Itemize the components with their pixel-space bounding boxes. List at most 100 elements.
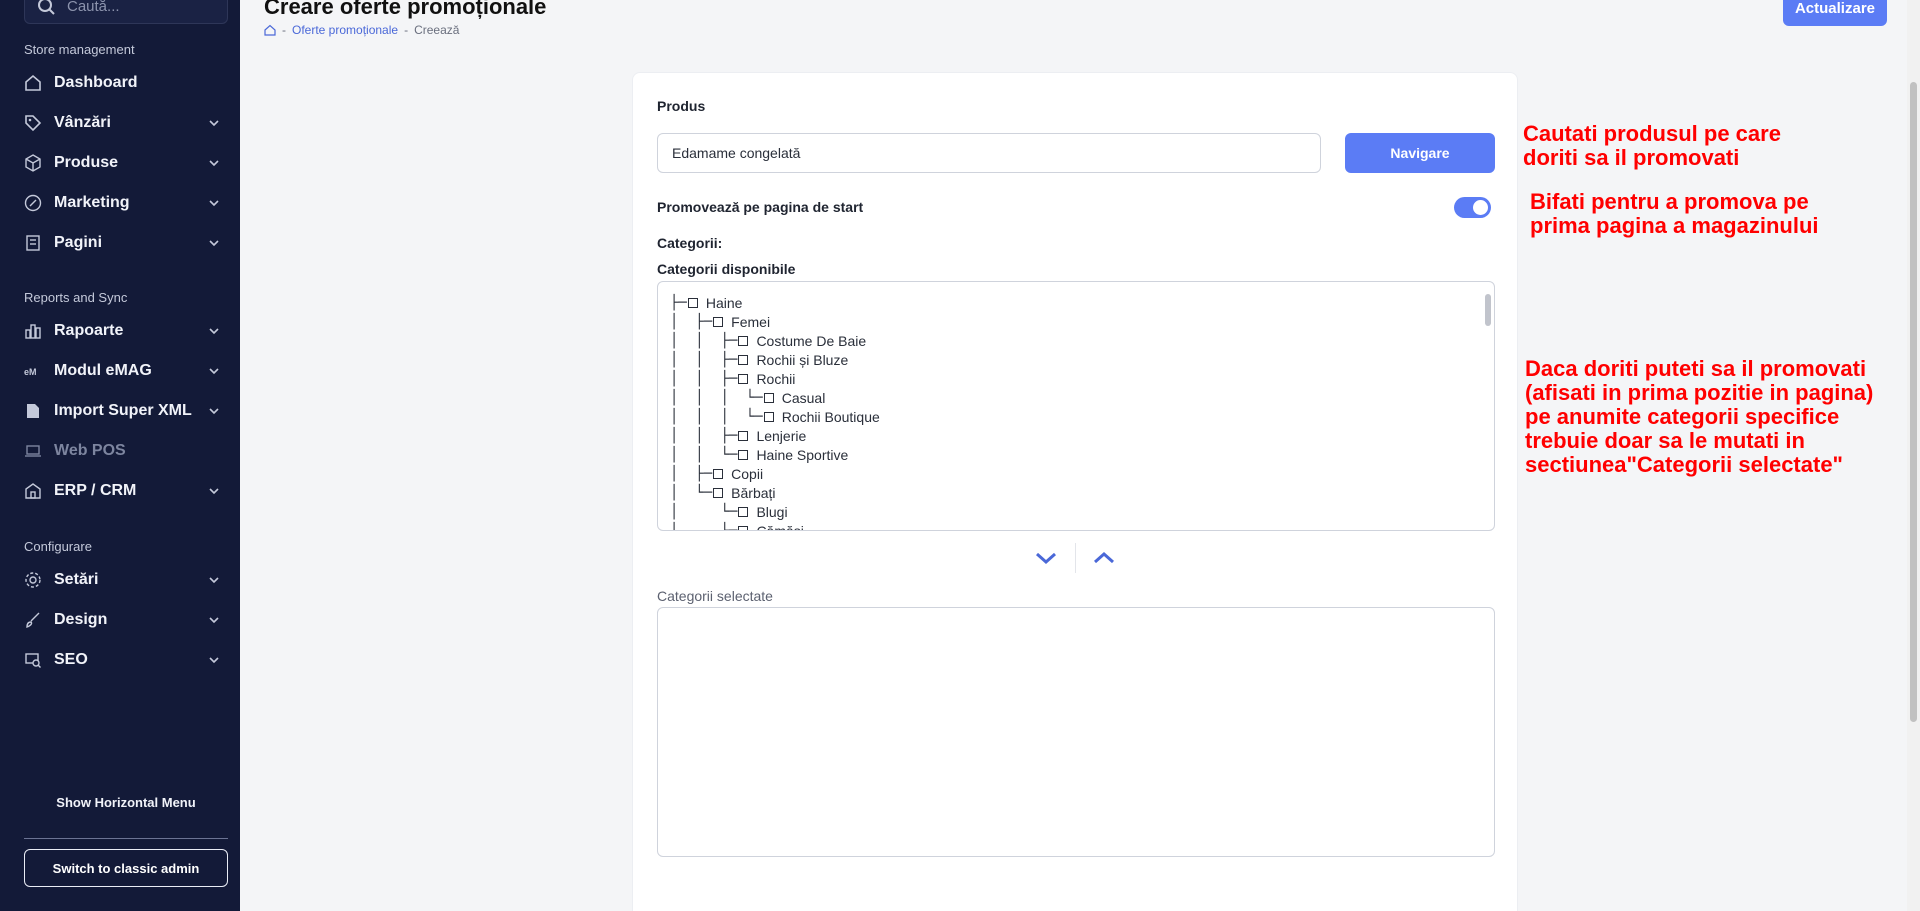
toggle-knob [1473, 200, 1488, 215]
tree-lines: │ │ │ └─ [670, 408, 763, 425]
tree-item[interactable]: │ │ │ └─ Casual [670, 388, 825, 407]
update-button[interactable]: Actualizare [1783, 0, 1887, 26]
tree-lines: │ │ ├─ [670, 370, 738, 387]
percent-icon [24, 194, 42, 212]
promo-form-card: Produs Edamame congelată Navigare Promov… [632, 72, 1518, 911]
sidebar-item-rapoarte[interactable]: Rapoarte [24, 316, 220, 346]
tree-item-label: Blugi [756, 503, 788, 520]
show-horizontal-menu-link[interactable]: Show Horizontal Menu [24, 795, 228, 810]
tree-item-label: Haine Sportive [756, 446, 849, 463]
sidebar-item-setari[interactable]: Setări [24, 565, 220, 595]
sidebar-item-produse[interactable]: Produse [24, 148, 220, 178]
sidebar-item-design[interactable]: Design [24, 605, 220, 635]
page-scrollbar[interactable] [1907, 0, 1920, 911]
tree-lines: │ └─ [670, 484, 713, 501]
sidebar-item-label: Vânzări [54, 114, 111, 131]
tree-item[interactable]: │ │ │ └─ Rochii Boutique [670, 407, 880, 426]
tree-item[interactable]: ├─ Haine [670, 293, 742, 312]
tree-item[interactable]: │ │ ├─ Lenjerie [670, 426, 806, 445]
tree-item-label: Haine [705, 294, 743, 311]
checkbox-icon [738, 449, 749, 460]
tree-item-label: Bărbați [731, 484, 776, 501]
sidebar-item-marketing[interactable]: Marketing [24, 188, 220, 218]
sidebar-item-modul-emag[interactable]: eM Modul eMAG [24, 356, 220, 386]
sidebar-search-input[interactable]: Caută... [24, 0, 228, 24]
sidebar-item-label: Web POS [54, 442, 126, 459]
checkbox-icon [687, 297, 698, 308]
chevron-down-icon [209, 488, 219, 495]
tree-item-label: Cămăși [756, 522, 804, 531]
chevron-down-icon [209, 160, 219, 167]
tree-item[interactable]: │ │ ├─ Rochii și Bluze [670, 350, 848, 369]
tree-lines: │ │ ├─ [670, 427, 738, 444]
tree-item[interactable]: │ ├─ Femei [670, 312, 770, 331]
tree-item-label: Costume De Baie [756, 332, 867, 349]
tree-item[interactable]: │ │ ├─ Rochii [670, 369, 795, 388]
move-up-button[interactable] [1089, 543, 1119, 573]
sidebar-item-seo[interactable]: SEO [24, 645, 220, 675]
tree-lines: │ ├─ [670, 313, 713, 330]
tree-item-label: Casual [781, 389, 826, 406]
tree-item[interactable]: │ ├─ Copii [670, 464, 763, 483]
tree-scrollbar[interactable] [1484, 290, 1492, 526]
breadcrumb-current: Creează [414, 23, 460, 37]
home-icon[interactable] [264, 24, 276, 36]
chevron-down-icon [209, 328, 219, 335]
chevron-down-icon [209, 120, 219, 127]
tree-item[interactable]: │ │ ├─ Costume De Baie [670, 331, 866, 350]
sidebar-item-label: Pagini [54, 234, 103, 251]
tree-item[interactable]: │ └─ Blugi [670, 502, 788, 521]
tag-icon [24, 114, 42, 132]
tree-item[interactable]: │ ├─ Cămăși [670, 521, 804, 531]
bar-chart-icon [24, 322, 42, 340]
product-input[interactable]: Edamame congelată [657, 133, 1321, 173]
checkbox-icon [738, 525, 749, 530]
sidebar-item-label: Import Super XML [54, 402, 192, 419]
sidebar-item-dashboard[interactable]: Dashboard [24, 68, 220, 98]
sidebar-item-label: Marketing [54, 194, 130, 211]
tree-lines: │ └─ [670, 503, 738, 520]
breadcrumb-link-offers[interactable]: Oferte promoționale [292, 23, 398, 37]
chevron-down-icon [209, 617, 219, 624]
emag-icon: eM [24, 362, 42, 380]
scrollbar-thumb[interactable] [1910, 82, 1917, 722]
available-categories-list[interactable]: ├─ Haine │ ├─ Femei │ │ ├─ Costume De Baie … [657, 281, 1495, 531]
move-down-button[interactable] [1031, 543, 1061, 573]
sidebar-item-web-pos[interactable]: Web POS [24, 436, 220, 466]
sidebar-item-label: Modul eMAG [54, 362, 152, 379]
sidebar-item-import-super-xml[interactable]: Import Super XML [24, 396, 220, 426]
home-icon [24, 74, 42, 92]
promote-homepage-toggle[interactable] [1454, 197, 1491, 218]
sidebar-item-vanzari[interactable]: Vânzări [24, 108, 220, 138]
sidebar: Caută... Store management Dashboard Vânz… [0, 0, 240, 911]
tree-lines: │ ├─ [670, 465, 713, 482]
sidebar-divider [24, 838, 228, 839]
selected-categories-list[interactable] [657, 607, 1495, 857]
checkbox-icon [738, 354, 749, 365]
tree-item[interactable]: │ │ └─ Haine Sportive [670, 445, 848, 464]
tree-lines: ├─ [670, 294, 687, 311]
chevron-down-icon [209, 368, 219, 375]
chevron-down-icon [209, 577, 219, 584]
switch-classic-admin-button[interactable]: Switch to classic admin [24, 849, 228, 887]
product-input-value: Edamame congelată [672, 145, 801, 161]
navigate-button[interactable]: Navigare [1345, 133, 1495, 173]
tree-lines: │ │ │ └─ [670, 389, 763, 406]
tree-item-label: Lenjerie [756, 427, 807, 444]
checkbox-icon [738, 335, 749, 346]
checkbox-icon [713, 487, 724, 498]
sidebar-item-erp-crm[interactable]: ERP / CRM [24, 476, 220, 506]
tree-item-label: Copii [731, 465, 764, 482]
sidebar-item-label: SEO [54, 651, 88, 668]
section-configurare: Configurare [24, 539, 92, 554]
checkbox-icon [738, 506, 749, 517]
scrollbar-thumb[interactable] [1485, 294, 1491, 326]
annotation-promote-homepage: Bifati pentru a promova pe prima pagina … [1530, 189, 1819, 238]
sidebar-item-pagini[interactable]: Pagini [24, 228, 220, 258]
chevron-down-icon [209, 200, 219, 207]
tree-item[interactable]: │ └─ Bărbați [670, 483, 776, 502]
building-icon [24, 482, 42, 500]
tree-item-label: Rochii și Bluze [756, 351, 849, 368]
seo-icon [24, 651, 42, 669]
section-reports-sync: Reports and Sync [24, 290, 128, 305]
